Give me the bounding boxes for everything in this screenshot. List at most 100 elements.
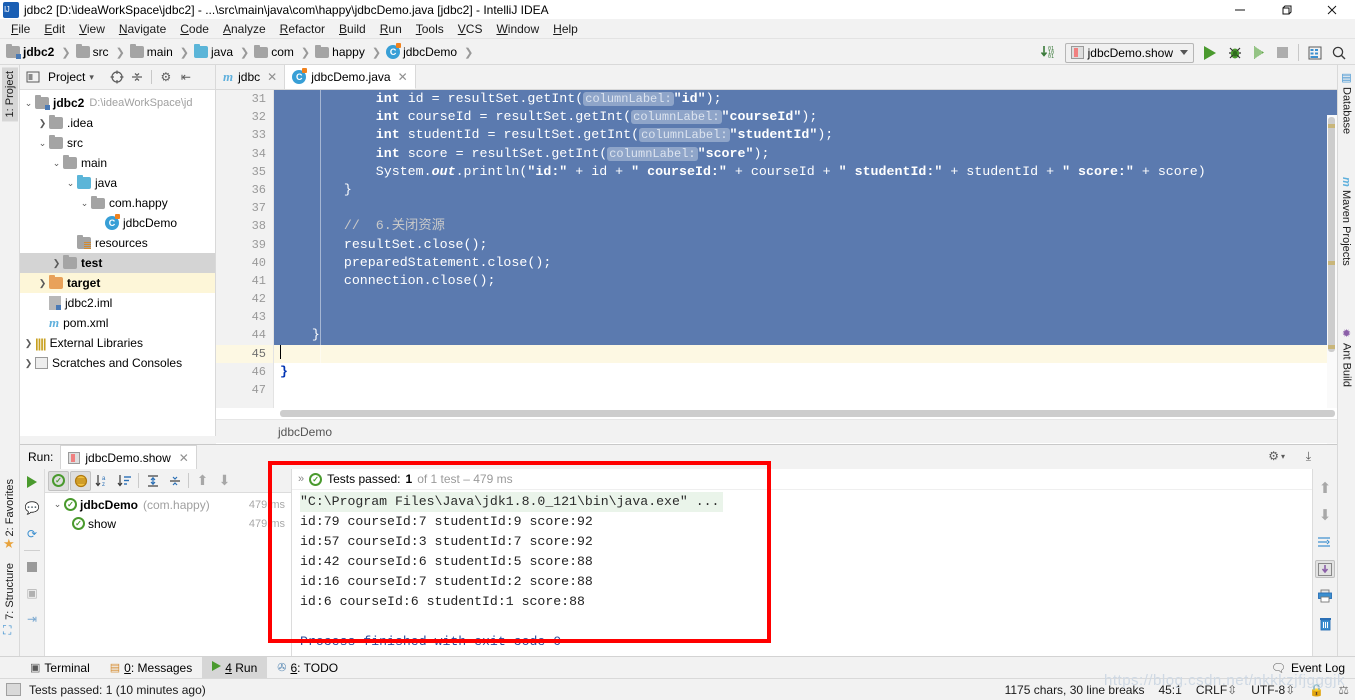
tree-node-external-libraries[interactable]: ❯ |||| External Libraries [20,333,215,353]
code-content[interactable]: int id = resultSet.getInt(columnLabel: "i… [274,90,1337,430]
breadcrumb-item-jdbc2[interactable]: jdbc2 [6,44,54,59]
scroll-to-end-icon[interactable] [1315,560,1335,578]
code-editor[interactable]: 31 32 33 34 35 36 37 38 39 40 41 42 43 44 45 46 47 int i… [216,90,1337,450]
scroll-from-source-icon[interactable] [108,68,126,86]
inspections-icon[interactable]: ⚖ [1338,683,1349,697]
menu-item-file[interactable]: File [4,20,37,38]
run-button[interactable] [1198,41,1222,65]
bottom-tab-terminal[interactable]: ▣ Terminal [20,657,100,679]
breadcrumb-item-jdbcDemo[interactable]: CjdbcDemo [386,43,457,59]
sidebar-item-maven[interactable]: m Maven Projects [1340,177,1352,266]
sidebar-item-structure[interactable]: 7: Structure [2,559,18,624]
sidebar-item-database[interactable]: ▤ Database [1340,71,1353,134]
rerun-button[interactable] [22,472,42,492]
sort-alphabetically-icon[interactable]: az [92,471,113,491]
layout-button[interactable] [1303,41,1327,65]
collapse-all-icon[interactable] [128,68,146,86]
tree-node-scratches-and-consoles[interactable]: ❯ Scratches and Consoles [20,353,215,373]
menu-item-build[interactable]: Build [332,20,373,38]
prev-test-icon[interactable]: ⬆ [192,471,213,491]
run-with-coverage-button[interactable] [1246,41,1270,65]
menu-item-view[interactable]: View [72,20,112,38]
menu-item-navigate[interactable]: Navigate [112,20,173,38]
menu-item-help[interactable]: Help [546,20,585,38]
close-icon[interactable]: ✕ [179,451,189,465]
sort-by-duration-icon[interactable] [114,471,135,491]
breadcrumb-item-main[interactable]: main [129,44,173,59]
sidebar-item-favorites[interactable]: 2: Favorites [2,475,18,540]
editor-tab-jdbc[interactable]: m jdbc ✕ [216,65,286,89]
editor-tab-jdbcdemo-java[interactable]: CjdbcDemo.java ✕ [285,65,416,89]
run-settings-button[interactable]: ⚙ ▾ [1268,449,1285,463]
test-row[interactable]: ✓ show 479 ms [45,514,291,533]
close-button[interactable] [1309,0,1355,19]
show-ignored-toggle[interactable] [70,470,91,491]
tree-node-jdbcdemo[interactable]: ·CjdbcDemo [20,213,215,233]
chevron-down-icon[interactable]: ⌄ [64,177,77,190]
breadcrumb-item-java[interactable]: java [194,44,233,59]
chevron-right-icon[interactable]: ❯ [22,357,35,370]
event-log-button[interactable]: 🗨 Event Log [1271,657,1345,679]
bottom-tab-messages[interactable]: ▤ 0: Messages [100,657,202,679]
hide-panel-icon[interactable]: ⇤ [177,68,195,86]
chevron-down-icon[interactable]: ▾ [89,72,94,83]
tree-node-java[interactable]: ⌄ java [20,173,215,193]
stop-button[interactable] [22,557,42,577]
menu-item-window[interactable]: Window [489,20,546,38]
test-row[interactable]: ⌄ ✓ jdbcDemo (com.happy) 479 ms [45,495,291,514]
minimize-button[interactable] [1217,0,1263,19]
search-icon[interactable] [1327,41,1351,65]
run-tab[interactable]: jdbcDemo.show ✕ [60,445,197,469]
restore-button[interactable] [1263,0,1309,19]
sidebar-item-project[interactable]: 1: Project [2,67,18,122]
bottom-tab-run[interactable]: 4 Run [202,656,268,679]
editor-vertical-scrollbar[interactable] [1327,115,1337,450]
menu-item-tools[interactable]: Tools [409,20,451,38]
expand-icon[interactable]: » [298,473,304,485]
tree-node-com-happy[interactable]: ⌄ com.happy [20,193,215,213]
tree-node-pom-xml[interactable]: ·mpom.xml [20,313,215,333]
hscrollbar-thumb[interactable] [280,410,1335,417]
scroll-down-icon[interactable]: ⬇ [1315,506,1335,524]
rerun-automatically-icon[interactable]: ⟳ [22,524,42,544]
expand-all-icon[interactable] [142,471,163,491]
tree-node-target[interactable]: ❯ target [20,273,215,293]
bottom-tab-todo[interactable]: ✇ 6: TODO [267,657,348,679]
screenshot-icon[interactable]: ▣ [22,583,42,603]
dump-threads-icon[interactable]: ⇥ [22,609,42,629]
chevron-down-icon[interactable]: ⌄ [50,157,63,170]
tree-node--idea[interactable]: ❯ .idea [20,113,215,133]
chevron-down-icon[interactable]: ⌄ [36,137,49,150]
chevron-down-icon[interactable]: ⌄ [22,97,35,110]
menu-item-run[interactable]: Run [373,20,409,38]
close-icon[interactable]: ✕ [398,70,408,84]
chevron-down-icon[interactable]: ⌄ [78,197,91,210]
scrollbar-thumb[interactable] [1328,117,1335,352]
hide-run-panel-button[interactable]: ⤓ [1306,449,1311,464]
caret-position[interactable]: 45:1 [1158,683,1181,697]
run-configuration-selector[interactable]: jdbcDemo.show [1064,42,1194,63]
menu-item-edit[interactable]: Edit [37,20,72,38]
chevron-right-icon[interactable]: ❯ [36,277,49,290]
trash-icon[interactable] [1315,614,1335,632]
tree-node-jdbc2-iml[interactable]: · jdbc2.iml [20,293,215,313]
tree-node-jdbc2[interactable]: ⌄ jdbc2 D:\ideaWorkSpace\jd [20,93,215,113]
file-encoding[interactable]: UTF-8⇳ [1251,683,1295,697]
update-project-icon[interactable]: 01 10 01 [1037,41,1061,65]
scroll-up-icon[interactable]: ⬆ [1315,479,1335,497]
tree-node-test[interactable]: ❯ test [20,253,215,273]
print-icon[interactable] [1315,587,1335,605]
close-icon[interactable]: ✕ [267,70,277,84]
chevron-right-icon[interactable]: ❯ [22,337,35,350]
sidebar-item-ant[interactable]: ✹ Ant Build [1340,327,1353,387]
chevron-right-icon[interactable]: ❯ [50,257,63,270]
breadcrumb-item-happy[interactable]: happy [315,44,365,59]
debug-button[interactable] [1222,41,1246,65]
breadcrumb-item-com[interactable]: com [254,44,294,59]
menu-item-analyze[interactable]: Analyze [216,20,273,38]
show-passed-toggle[interactable]: ✓ [48,470,69,491]
breadcrumb-item-src[interactable]: src [75,44,109,59]
menu-item-code[interactable]: Code [173,20,216,38]
tree-node-main[interactable]: ⌄ main [20,153,215,173]
line-separator[interactable]: CRLF⇳ [1196,683,1237,697]
